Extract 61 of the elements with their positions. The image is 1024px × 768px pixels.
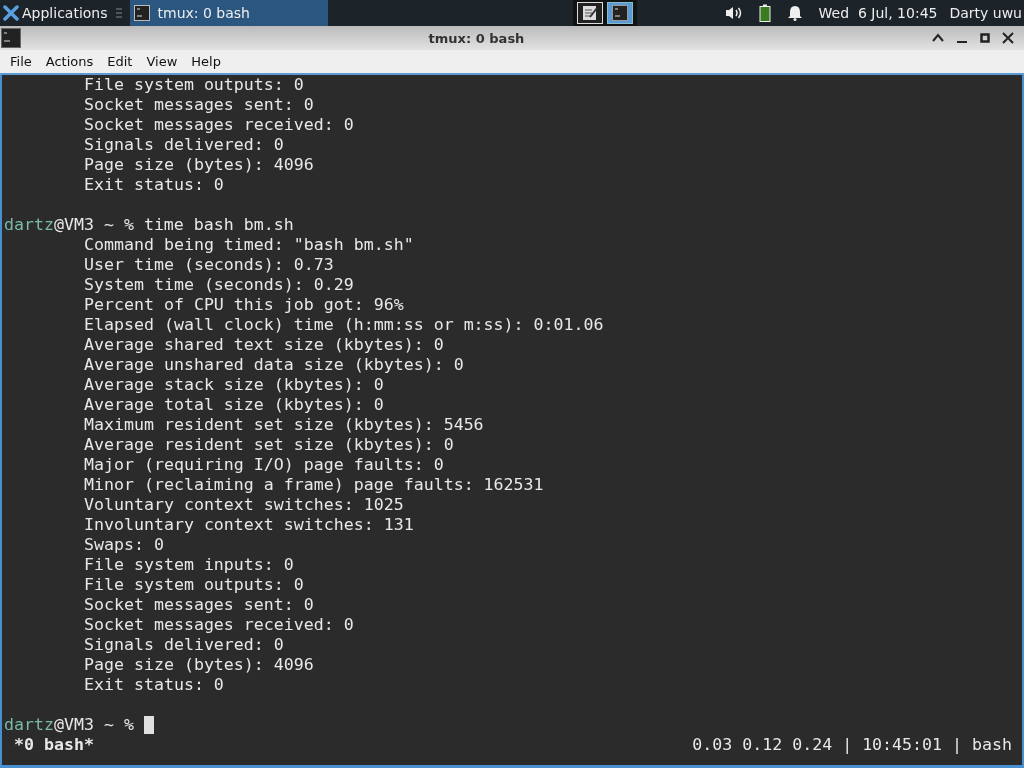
- workspace-button[interactable]: [606, 2, 633, 24]
- user-name[interactable]: Darty uwu: [949, 5, 1022, 21]
- terminal-output-line: Socket messages received: 0: [83, 615, 355, 635]
- terminal-output-line: System time (seconds): 0.29: [83, 275, 355, 295]
- terminal-output-line: Exit status: 0: [83, 175, 225, 195]
- prompt-user: dartz: [4, 715, 54, 735]
- menu-item[interactable]: Actions: [45, 54, 94, 69]
- terminal-output-line: Average resident set size (kbytes): 0: [83, 435, 455, 455]
- prompt-host: @VM3 ~ %: [53, 715, 134, 735]
- panel-handle-icon: [115, 8, 122, 18]
- terminal-output-line: Socket messages sent: 0: [83, 95, 315, 115]
- terminal-output-line: Average total size (kbytes): 0: [83, 395, 385, 415]
- terminal-output-line: Percent of CPU this job got: 96%: [83, 295, 405, 315]
- prompt-host: @VM3 ~ %: [53, 215, 134, 235]
- terminal-output-line: File system inputs: 0: [83, 555, 295, 575]
- terminal-icon[interactable]: [1, 28, 21, 48]
- window-title: tmux: 0 bash: [427, 30, 526, 46]
- terminal-output-line: Command being timed: "bash bm.sh": [83, 235, 415, 255]
- terminal-output-line: Swaps: 0: [83, 535, 165, 555]
- terminal-output-line: User time (seconds): 0.73: [83, 255, 335, 275]
- terminal-area[interactable]: [0, 75, 1024, 768]
- maximize-icon[interactable]: [980, 33, 990, 43]
- terminal-output-line: Exit status: 0: [83, 675, 225, 695]
- shell-command: time bash bm.sh: [143, 215, 294, 235]
- notepad-pencil-icon: [580, 4, 599, 22]
- terminal-output-line: Average stack size (kbytes): 0: [83, 375, 385, 395]
- tmux-window-label[interactable]: *0 bash*: [14, 735, 94, 755]
- battery-icon[interactable]: [758, 4, 771, 22]
- terminal-output-line: Socket messages sent: 0: [83, 595, 315, 615]
- tmux-status-info: 0.03 0.12 0.24 | 10:45:01 | bash: [692, 735, 1012, 755]
- bell-icon[interactable]: [786, 5, 803, 21]
- prompt-user: dartz: [4, 215, 54, 235]
- terminal-output-line: Page size (bytes): 4096: [83, 655, 315, 675]
- terminal-output-line: Minor (reclaiming a frame) page faults: 162531: [83, 475, 545, 495]
- taskbar-button[interactable]: tmux: 0 bash: [129, 0, 328, 26]
- terminal-icon: [610, 4, 629, 22]
- terminal-output-line: Major (requiring I/O) page faults: 0: [83, 455, 445, 475]
- menu-item[interactable]: Edit: [107, 54, 133, 69]
- terminal-output-line: Involuntary context switches: 131: [83, 515, 415, 535]
- terminal-output-line: Average shared text size (kbytes): 0: [83, 335, 445, 355]
- terminal-output-line: File system outputs: 0: [83, 75, 305, 95]
- terminal-output-line: Signals delivered: 0: [83, 635, 285, 655]
- volume-icon[interactable]: [724, 5, 743, 21]
- terminal-output-line: Average unshared data size (kbytes): 0: [83, 355, 465, 375]
- x-logo-icon: [3, 5, 19, 21]
- terminal-output-line: Maximum resident set size (kbytes): 5456: [83, 415, 485, 435]
- terminal-output-line: Elapsed (wall clock) time (h:mm:ss or m:ss): 0:01.06: [83, 315, 605, 335]
- menu-item[interactable]: File: [10, 54, 32, 69]
- shade-icon[interactable]: [932, 32, 944, 44]
- menu-item[interactable]: View: [146, 54, 178, 69]
- terminal-output-line: Socket messages received: 0: [83, 115, 355, 135]
- clock[interactable]: Wed 6 Jul, 10:45: [818, 5, 938, 21]
- workspace-button[interactable]: [576, 2, 603, 24]
- terminal-output-line: File system outputs: 0: [83, 575, 305, 595]
- close-icon[interactable]: [1002, 32, 1014, 44]
- terminal-output-line: Voluntary context switches: 1025: [83, 495, 405, 515]
- menu-item[interactable]: Help: [191, 54, 221, 69]
- applications-menu[interactable]: Applications: [0, 5, 108, 21]
- terminal-output-line: Signals delivered: 0: [83, 135, 285, 155]
- terminal-output-line: Page size (bytes): 4096: [83, 155, 315, 175]
- terminal-icon: [133, 5, 150, 21]
